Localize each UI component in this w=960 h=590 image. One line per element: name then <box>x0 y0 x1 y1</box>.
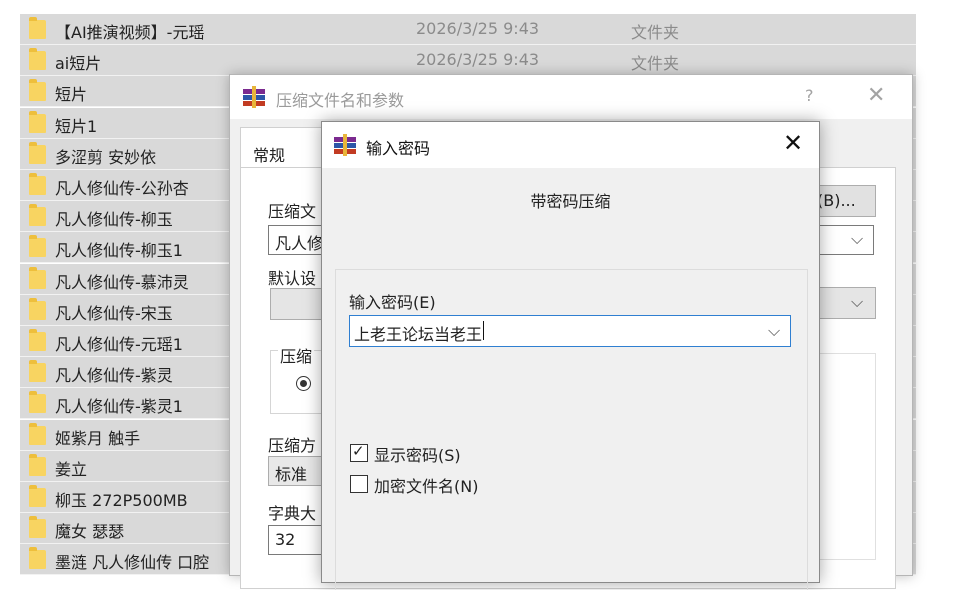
file-name: 凡人修仙传-宋玉 <box>55 304 173 323</box>
folder-icon <box>29 48 46 70</box>
encrypt-names-checkbox[interactable]: ✓ <box>350 475 368 493</box>
folder-icon <box>29 547 46 569</box>
file-name: 凡人修仙传-慕沛灵 <box>55 273 189 292</box>
file-date: 2026/3/25 9:43 <box>416 50 540 69</box>
winrar-icon <box>243 86 265 108</box>
folder-icon <box>29 235 46 257</box>
profile-label: 默认设 <box>268 269 317 288</box>
folder-icon <box>29 204 46 226</box>
folder-icon <box>29 142 46 164</box>
archive-close-button[interactable]: ✕ <box>867 83 885 108</box>
folder-icon <box>29 329 46 351</box>
file-name: 凡人修仙传-柳玉1 <box>55 241 183 260</box>
browse-button-label: (B)... <box>817 191 856 210</box>
method-value: 标准 <box>275 465 308 484</box>
checkmark-icon: ✓ <box>352 442 365 460</box>
folder-icon <box>29 267 46 289</box>
file-name: 【AI推演视频】-元瑶 <box>55 23 205 42</box>
file-name: 凡人修仙传-紫灵 <box>55 366 173 385</box>
encrypt-names-label[interactable]: 加密文件名(N) <box>374 473 478 497</box>
folder-icon <box>29 79 46 101</box>
winrar-icon <box>334 134 356 156</box>
folder-icon <box>29 454 46 476</box>
folder-icon <box>29 485 46 507</box>
password-titlebar[interactable]: 输入密码 ✕ <box>322 122 819 168</box>
file-name: ai短片 <box>55 54 102 73</box>
folder-icon <box>29 298 46 320</box>
file-date: 2026/3/25 9:43 <box>416 19 540 38</box>
dictionary-label: 字典大 <box>268 504 317 523</box>
file-name: 凡人修仙传-紫灵1 <box>55 397 183 416</box>
file-row[interactable]: ai短片 2026/3/25 9:43 文件夹 <box>20 45 916 76</box>
file-name: 魔女 瑟瑟 <box>55 522 125 541</box>
file-type: 文件夹 <box>631 23 680 42</box>
folder-icon <box>29 173 46 195</box>
file-name: 柳玉 272P500MB <box>55 491 188 510</box>
folder-icon <box>29 111 46 133</box>
file-name: 墨涟 凡人修仙传 口腔 <box>55 553 210 572</box>
chevron-down-icon[interactable]: ⌵ <box>768 321 780 341</box>
file-name: 凡人修仙传-公孙杏 <box>55 179 189 198</box>
password-dialog-title: 输入密码 <box>366 139 431 158</box>
password-value: 上老王论坛当老王 <box>354 325 483 344</box>
password-dialog: 输入密码 ✕ 带密码压缩 输入密码(E) 上老王论坛当老王 ⌵ ✓ 显示密码(S… <box>321 121 820 590</box>
folder-icon <box>29 391 46 413</box>
chevron-down-icon: ⌵ <box>851 229 864 248</box>
dictionary-value: 32 <box>275 530 296 549</box>
archive-format-label: 压缩 <box>278 343 315 367</box>
archive-dialog-title: 压缩文件名和参数 <box>276 91 405 110</box>
archive-name-value: 凡人修 <box>275 234 324 253</box>
file-name: 姜立 <box>55 460 88 479</box>
folder-icon <box>29 360 46 382</box>
archive-titlebar[interactable]: 压缩文件名和参数 ? ✕ <box>230 75 912 119</box>
file-name: 多涩剪 安妙依 <box>55 148 157 167</box>
help-button[interactable]: ? <box>805 86 814 105</box>
file-name: 凡人修仙传-柳玉 <box>55 210 173 229</box>
password-heading: 带密码压缩 <box>530 192 611 211</box>
file-name: 姬紫月 触手 <box>55 429 141 448</box>
text-caret <box>483 321 484 340</box>
tab-general-label: 常规 <box>253 146 286 165</box>
password-input-label: 输入密码(E) <box>349 293 436 312</box>
folder-icon <box>29 516 46 538</box>
tab-general[interactable]: 常规 <box>240 127 332 168</box>
file-name: 凡人修仙传-元瑶1 <box>55 335 183 354</box>
archive-name-label: 压缩文 <box>268 202 317 221</box>
format-radio[interactable] <box>296 376 311 391</box>
file-name: 短片 <box>55 85 88 104</box>
method-label: 压缩方 <box>268 436 317 455</box>
password-close-button[interactable]: ✕ <box>783 129 803 157</box>
file-type: 文件夹 <box>631 54 680 73</box>
show-password-label[interactable]: 显示密码(S) <box>374 442 461 466</box>
show-password-checkbox[interactable]: ✓ <box>350 442 368 462</box>
password-input[interactable]: 上老王论坛当老王 ⌵ <box>349 315 791 347</box>
folder-icon <box>29 423 46 445</box>
folder-icon <box>29 17 46 39</box>
file-row[interactable]: 【AI推演视频】-元瑶 2026/3/25 9:43 文件夹 <box>20 14 916 45</box>
file-name: 短片1 <box>55 117 98 136</box>
chevron-down-icon: ⌵ <box>851 292 864 311</box>
